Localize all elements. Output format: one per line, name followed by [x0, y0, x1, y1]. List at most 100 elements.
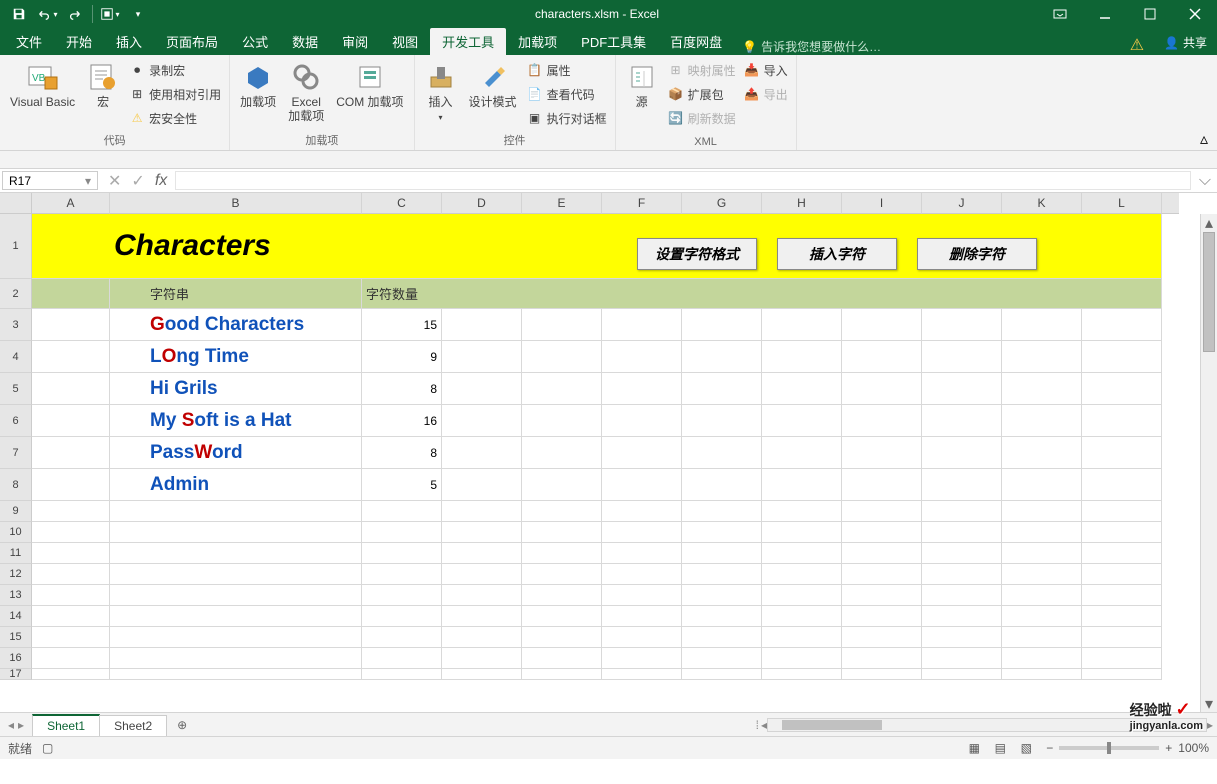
- cell[interactable]: [1082, 309, 1162, 341]
- cell[interactable]: [682, 373, 762, 405]
- cell[interactable]: [110, 648, 362, 669]
- row-header-16[interactable]: 16: [0, 648, 32, 669]
- cell[interactable]: [32, 405, 110, 437]
- cell[interactable]: [1082, 501, 1162, 522]
- cell[interactable]: [842, 469, 922, 501]
- redo-button[interactable]: [64, 3, 86, 25]
- cell[interactable]: [32, 606, 110, 627]
- cell[interactable]: 15: [362, 309, 442, 341]
- cell[interactable]: [522, 648, 602, 669]
- use-relative-button[interactable]: ⊞使用相对引用: [127, 83, 223, 105]
- cell[interactable]: [842, 627, 922, 648]
- tab-baidu[interactable]: 百度网盘: [658, 28, 734, 55]
- title-cell[interactable]: Characters设置字符格式插入字符删除字符: [32, 214, 1162, 279]
- record-macro-button[interactable]: ⏺录制宏: [127, 59, 223, 81]
- cell[interactable]: [1082, 648, 1162, 669]
- macro-record-icon[interactable]: ▢: [42, 741, 53, 755]
- format-chars-button[interactable]: 设置字符格式: [637, 238, 757, 270]
- cell[interactable]: [32, 585, 110, 606]
- cell[interactable]: [362, 585, 442, 606]
- cell[interactable]: [110, 522, 362, 543]
- cell[interactable]: [442, 669, 522, 680]
- column-header-I[interactable]: I: [842, 193, 922, 214]
- xml-source-button[interactable]: 源: [622, 59, 662, 111]
- visual-basic-button[interactable]: VB Visual Basic: [6, 59, 79, 111]
- cell[interactable]: PassWord: [110, 437, 362, 469]
- cell[interactable]: [842, 501, 922, 522]
- cell[interactable]: [1082, 405, 1162, 437]
- properties-button[interactable]: 📋属性: [525, 59, 609, 81]
- cell[interactable]: [110, 501, 362, 522]
- cell[interactable]: [362, 543, 442, 564]
- cell[interactable]: [602, 669, 682, 680]
- fx-button[interactable]: fx: [155, 172, 167, 190]
- cell[interactable]: [32, 501, 110, 522]
- zoom-out-button[interactable]: −: [1046, 741, 1053, 755]
- cell[interactable]: [1002, 437, 1082, 469]
- cell[interactable]: [1002, 341, 1082, 373]
- cell[interactable]: [762, 373, 842, 405]
- cell[interactable]: [842, 606, 922, 627]
- cell[interactable]: [1082, 543, 1162, 564]
- column-header-L[interactable]: L: [1082, 193, 1162, 214]
- cell[interactable]: [922, 564, 1002, 585]
- cell[interactable]: [522, 405, 602, 437]
- cell[interactable]: [602, 501, 682, 522]
- cell[interactable]: [522, 606, 602, 627]
- cell[interactable]: [32, 564, 110, 585]
- cell[interactable]: [602, 522, 682, 543]
- cell[interactable]: [442, 543, 522, 564]
- cell[interactable]: [1002, 373, 1082, 405]
- expand-formula-button[interactable]: ⌵: [1193, 169, 1217, 192]
- import-button[interactable]: 📥导入: [742, 59, 790, 81]
- cell[interactable]: [442, 437, 522, 469]
- row-header-7[interactable]: 7: [0, 437, 32, 469]
- horizontal-scrollbar[interactable]: ⁞ ◂ ▸: [194, 718, 1217, 732]
- row-header-2[interactable]: 2: [0, 279, 32, 309]
- delete-chars-button[interactable]: 删除字符: [917, 238, 1037, 270]
- cell[interactable]: [682, 309, 762, 341]
- cell[interactable]: [522, 627, 602, 648]
- cell[interactable]: [922, 627, 1002, 648]
- cell[interactable]: [922, 309, 1002, 341]
- cell[interactable]: [762, 606, 842, 627]
- column-header-C[interactable]: C: [362, 193, 442, 214]
- maximize-button[interactable]: [1127, 0, 1172, 28]
- hscroll-thumb[interactable]: [782, 720, 882, 730]
- enter-formula-button[interactable]: ✓: [131, 171, 144, 191]
- cell[interactable]: [442, 585, 522, 606]
- cell[interactable]: [922, 669, 1002, 680]
- cell[interactable]: [762, 341, 842, 373]
- cell[interactable]: [762, 627, 842, 648]
- row-header-17[interactable]: 17: [0, 669, 32, 680]
- cell[interactable]: [442, 606, 522, 627]
- expansion-button[interactable]: 📦扩展包: [666, 83, 738, 105]
- column-header-D[interactable]: D: [442, 193, 522, 214]
- cell[interactable]: [762, 522, 842, 543]
- cell[interactable]: [602, 469, 682, 501]
- design-mode-button[interactable]: 设计模式: [465, 59, 521, 111]
- cell[interactable]: [32, 437, 110, 469]
- cell[interactable]: [602, 309, 682, 341]
- cell[interactable]: [1082, 564, 1162, 585]
- column-header-A[interactable]: A: [32, 193, 110, 214]
- sheet-tab-2[interactable]: Sheet2: [99, 715, 167, 736]
- cell[interactable]: [32, 309, 110, 341]
- tab-addins[interactable]: 加载项: [506, 28, 569, 55]
- cell[interactable]: [682, 469, 762, 501]
- add-sheet-button[interactable]: ⊕: [170, 713, 194, 737]
- cell[interactable]: [1082, 585, 1162, 606]
- cell[interactable]: [1082, 437, 1162, 469]
- cell[interactable]: [442, 309, 522, 341]
- row-header-14[interactable]: 14: [0, 606, 32, 627]
- cell[interactable]: [32, 373, 110, 405]
- insert-control-button[interactable]: 插入▾: [421, 59, 461, 127]
- cell[interactable]: [522, 469, 602, 501]
- cell[interactable]: [110, 585, 362, 606]
- cell[interactable]: [522, 437, 602, 469]
- cell[interactable]: [442, 373, 522, 405]
- cell[interactable]: [522, 522, 602, 543]
- scroll-up-button[interactable]: ▴: [1201, 214, 1217, 231]
- tab-formulas[interactable]: 公式: [230, 28, 280, 55]
- cell[interactable]: [602, 405, 682, 437]
